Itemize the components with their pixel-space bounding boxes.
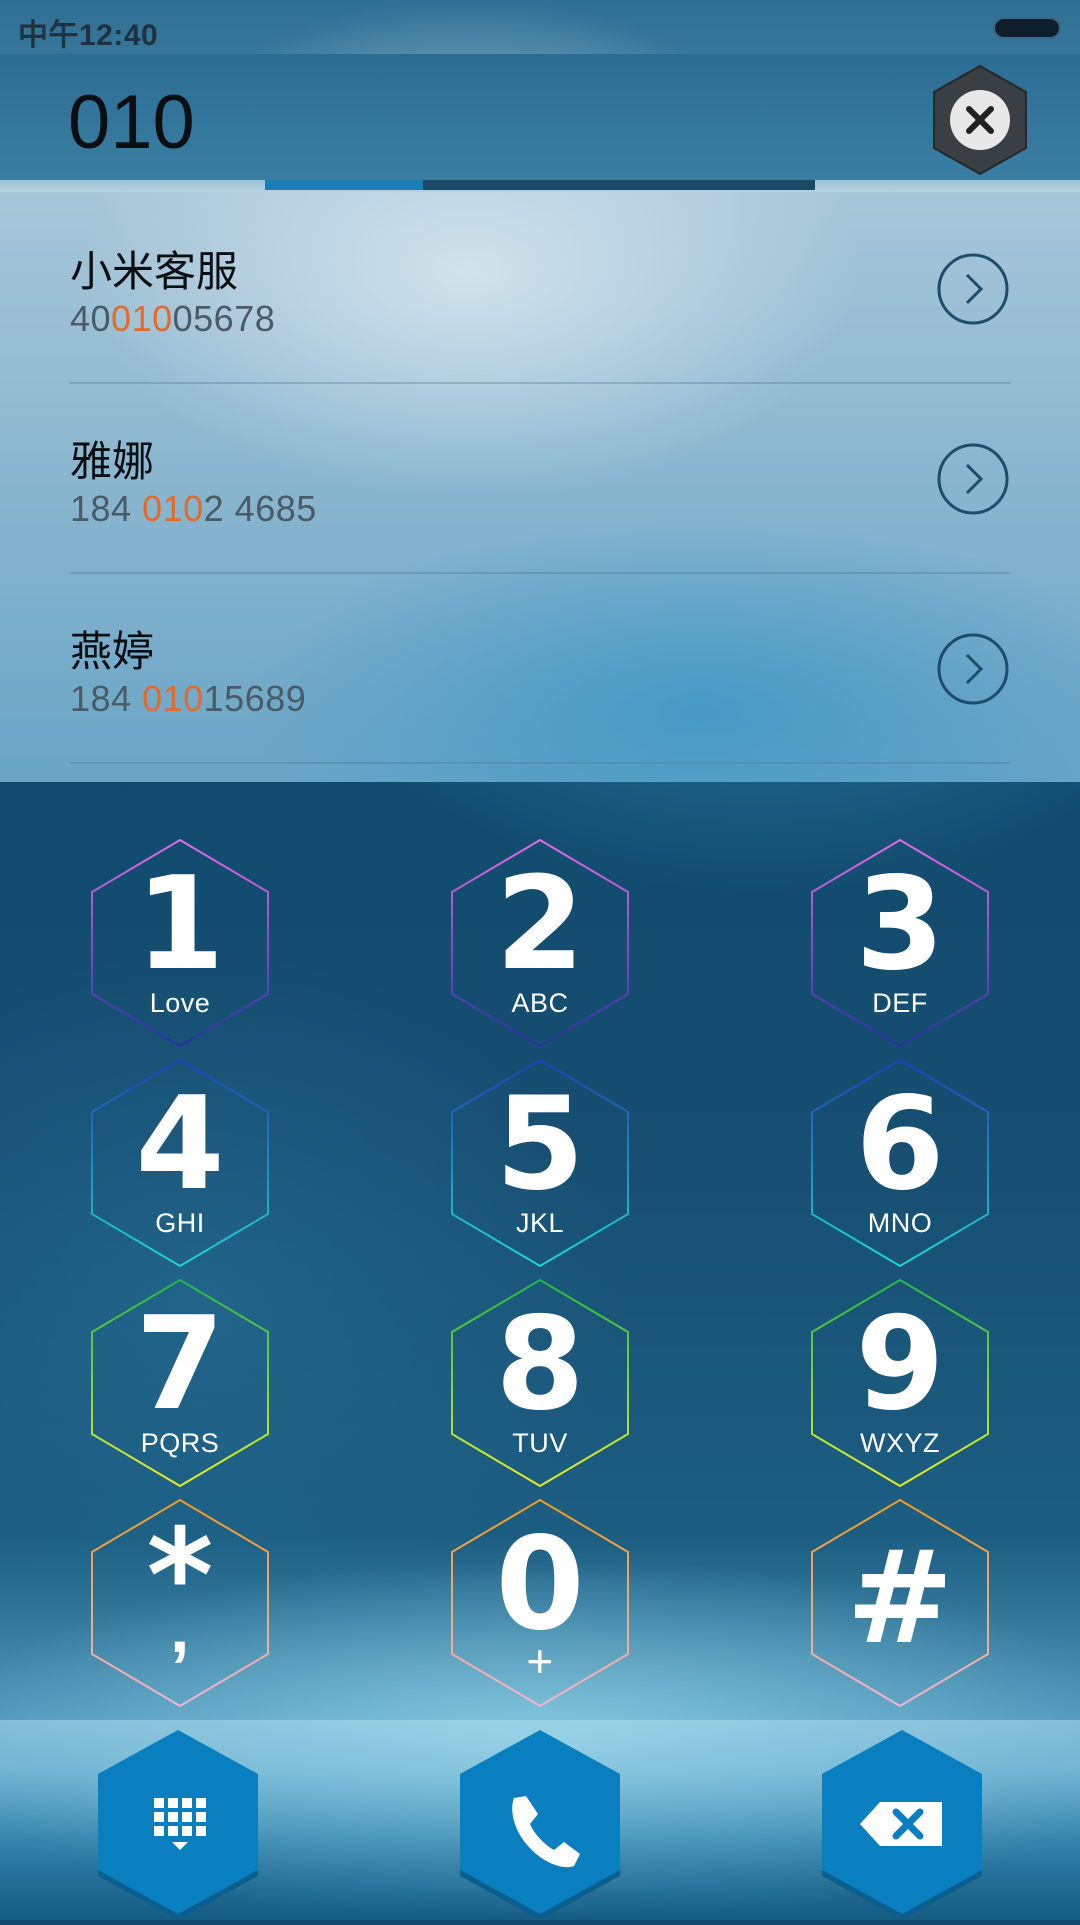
dialpad-toggle-button[interactable]: [92, 1728, 264, 1920]
key-letters: ,: [170, 1589, 190, 1667]
chevron-right-icon[interactable]: [936, 442, 1010, 516]
key-digit: 3: [855, 850, 945, 999]
key-2[interactable]: 2 ABC: [448, 838, 632, 1048]
key-0[interactable]: 0 +: [448, 1498, 632, 1708]
dialpad-icon: [98, 1730, 258, 1920]
dialed-number: 010: [68, 80, 195, 165]
key-digit: #: [846, 1524, 954, 1673]
key-star[interactable]: * ,: [88, 1498, 272, 1708]
key-4[interactable]: 4 GHI: [88, 1058, 272, 1268]
key-digit: 1: [135, 850, 225, 999]
key-digit: 4: [135, 1070, 225, 1219]
match-highlight: 010: [142, 678, 204, 719]
key-letters: WXYZ: [860, 1428, 940, 1458]
call-button[interactable]: [454, 1728, 626, 1920]
key-digit: 5: [495, 1070, 585, 1219]
contact-row[interactable]: 燕婷 184 01015689: [70, 572, 1010, 764]
key-6[interactable]: 6 MNO: [808, 1058, 992, 1268]
key-digit: 6: [855, 1070, 945, 1219]
key-letters: JKL: [515, 1208, 565, 1238]
chevron-right-icon[interactable]: [936, 632, 1010, 706]
contact-results: 小米客服 4001005678 雅娜 184 0102 4685 燕婷 184 …: [0, 192, 1080, 782]
key-digit: 8: [495, 1290, 585, 1439]
contact-number: 184 01015689: [70, 678, 307, 719]
key-letters: PQRS: [140, 1428, 220, 1458]
contact-number: 4001005678: [70, 298, 276, 339]
key-letters: GHI: [155, 1208, 205, 1238]
contact-name: 小米客服: [70, 248, 239, 295]
key-9[interactable]: 9 WXYZ: [808, 1278, 992, 1488]
key-letters: +: [526, 1635, 554, 1687]
match-highlight: 010: [111, 298, 173, 339]
close-icon: [933, 64, 1027, 176]
key-hash[interactable]: #: [808, 1498, 992, 1708]
key-digit: 2: [495, 850, 585, 999]
contact-name: 雅娜: [70, 438, 155, 485]
contact-row[interactable]: 小米客服 4001005678: [70, 192, 1010, 384]
key-letters: Love: [149, 988, 211, 1018]
contact-number: 184 0102 4685: [70, 488, 317, 529]
match-highlight: 010: [142, 488, 204, 529]
chevron-right-icon[interactable]: [936, 252, 1010, 326]
key-5[interactable]: 5 JKL: [448, 1058, 632, 1268]
key-letters: TUV: [512, 1428, 568, 1458]
key-letters: ABC: [511, 988, 569, 1018]
contact-name: 燕婷: [70, 628, 155, 675]
contact-row[interactable]: 雅娜 184 0102 4685: [70, 382, 1010, 574]
key-3[interactable]: 3 DEF: [808, 838, 992, 1048]
key-1[interactable]: 1 Love: [88, 838, 272, 1048]
battery-icon: [993, 17, 1061, 39]
key-letters: MNO: [867, 1208, 933, 1238]
key-digit: 0: [495, 1510, 585, 1659]
key-digit: 9: [855, 1290, 945, 1439]
tab-indicator: [423, 180, 815, 190]
status-time: 中午12:40: [18, 19, 159, 52]
results-tab-strip: [0, 180, 1080, 192]
key-digit: 7: [135, 1290, 225, 1439]
key-letters: DEF: [872, 988, 928, 1018]
backspace-icon: [822, 1730, 982, 1920]
clear-button[interactable]: [930, 64, 1030, 176]
key-8[interactable]: 8 TUV: [448, 1278, 632, 1488]
divider: [70, 762, 1010, 764]
phone-icon: [460, 1730, 620, 1920]
key-7[interactable]: 7 PQRS: [88, 1278, 272, 1488]
tab-indicator-active: [265, 180, 423, 190]
backspace-button[interactable]: [816, 1728, 988, 1920]
